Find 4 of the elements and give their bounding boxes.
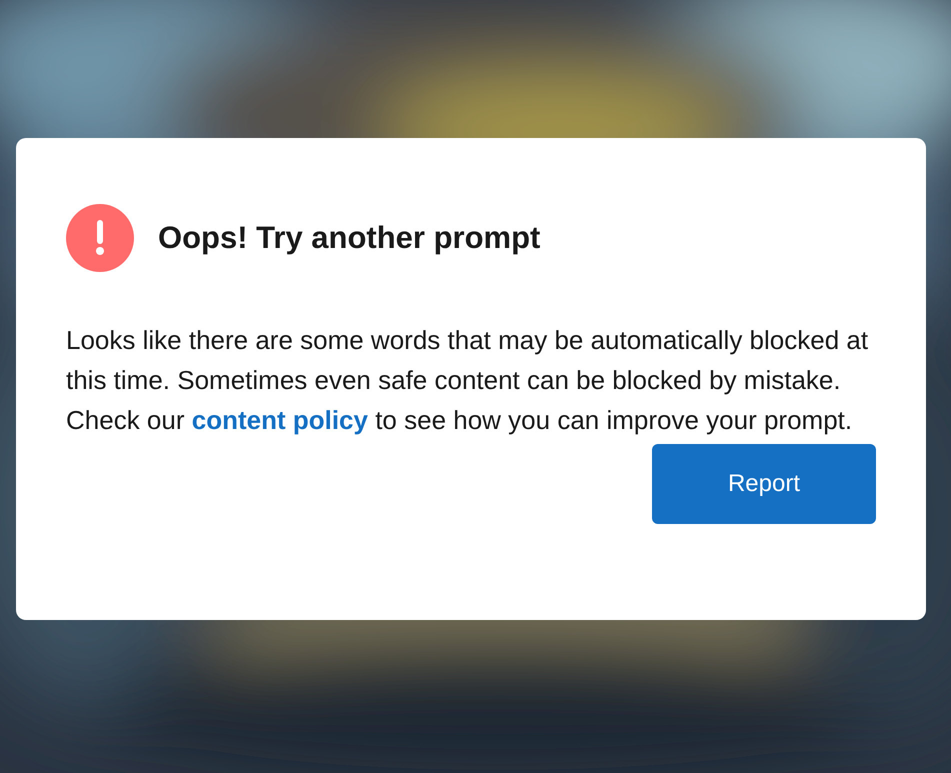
report-button[interactable]: Report (652, 444, 876, 524)
dialog-message: Looks like there are some words that may be automatically blocked at this time. Sometimes even safe content can be blocked by mistake. Check our content policy to see how you can improve your prompt. (66, 324, 870, 437)
dialog-title: Oops! Try another prompt (158, 218, 540, 257)
content-policy-link[interactable]: content policy (192, 405, 368, 435)
